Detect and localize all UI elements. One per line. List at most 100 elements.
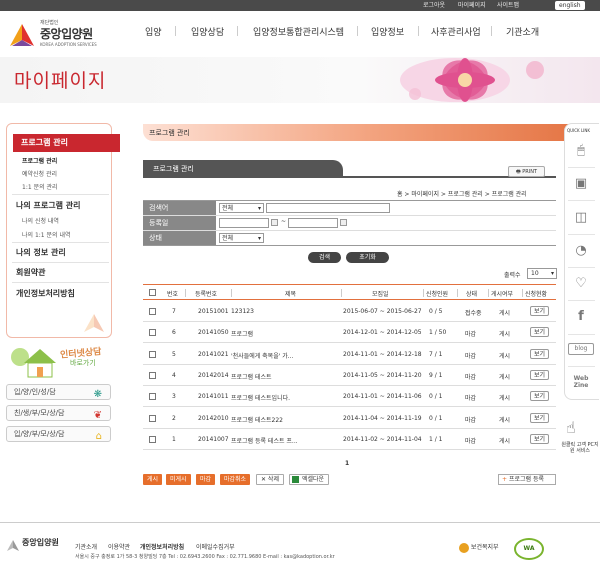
row-count: 0 / 1 bbox=[429, 393, 443, 401]
excel-download-button[interactable]: 엑셀다운 bbox=[289, 474, 330, 485]
row-title[interactable]: 프로그램 등록 테스트 프... bbox=[231, 436, 298, 445]
row-title[interactable]: 123123 bbox=[231, 308, 254, 315]
keyword-type-select[interactable]: 전체 bbox=[219, 203, 264, 213]
chart-icon[interactable]: ◔ bbox=[572, 243, 590, 261]
lnb-sub-my-inquiry[interactable]: 나의 1:1 문의 내역 bbox=[22, 230, 71, 239]
view-button[interactable]: 보기 bbox=[530, 327, 549, 338]
lnb-head-program[interactable]: 프로그램 관리 bbox=[13, 134, 120, 152]
row-no: 2 bbox=[172, 414, 176, 422]
sitemap-link[interactable]: 사이트맵 bbox=[497, 1, 519, 10]
adoptive-parent-counsel-button[interactable]: 입/양/부/모/상/담 ⌂ bbox=[6, 426, 111, 442]
row-title[interactable]: 프로그램 테스트 bbox=[231, 372, 272, 381]
mypage-link[interactable]: 마이페이지 bbox=[458, 1, 486, 10]
footer-about-link[interactable]: 기관소개 bbox=[75, 542, 97, 551]
hand-click-icon[interactable]: ☝ bbox=[566, 418, 576, 437]
nav-info-system[interactable]: 입양정보통합관리시스템 bbox=[253, 25, 344, 38]
print-button[interactable]: 🖶 PRINT bbox=[508, 166, 545, 177]
lnb-sub-my-application[interactable]: 나의 신청 내역 bbox=[22, 216, 59, 225]
col-divider bbox=[341, 289, 342, 297]
webzine-icon[interactable]: Web Zine bbox=[568, 375, 594, 393]
lnb-privacy[interactable]: 개인정보처리방침 bbox=[16, 288, 75, 299]
logo-title[interactable]: 중앙입양원 bbox=[40, 25, 93, 42]
row-checkbox[interactable] bbox=[149, 371, 156, 379]
english-link[interactable]: english bbox=[555, 1, 585, 10]
lnb-divider bbox=[12, 194, 109, 195]
row-title[interactable]: 프로그램 bbox=[231, 329, 253, 338]
lnb-my-program[interactable]: 나의 프로그램 관리 bbox=[16, 200, 80, 211]
online-counsel-go[interactable]: 바로가기 bbox=[70, 358, 96, 368]
row-post: 게시 bbox=[499, 373, 511, 381]
row-reg-no: 20142010 bbox=[198, 414, 229, 422]
close-button[interactable]: 마감 bbox=[196, 474, 216, 485]
lnb-sub-inquiry[interactable]: 1:1 문의 관리 bbox=[22, 182, 58, 191]
unpost-button[interactable]: 미게시 bbox=[166, 474, 191, 485]
status-select[interactable]: 전체 bbox=[219, 233, 264, 243]
row-checkbox[interactable] bbox=[149, 350, 156, 358]
logout-link[interactable]: 로그아웃 bbox=[423, 1, 445, 10]
view-button[interactable]: 보기 bbox=[530, 306, 549, 316]
row-period: 2014-11-04 ~ 2014-11-19 bbox=[343, 414, 422, 422]
view-button[interactable]: 보기 bbox=[530, 391, 549, 402]
search-form: 검색어 전체 등록일 ~ 상태 전체 bbox=[143, 200, 556, 246]
delete-button[interactable]: ✕ 삭제 bbox=[256, 474, 284, 485]
flower-image bbox=[400, 58, 544, 102]
view-button[interactable]: 보기 bbox=[530, 369, 549, 380]
nav-adoption[interactable]: 입양 bbox=[145, 25, 162, 38]
excel-download-label: 엑셀다운 bbox=[302, 476, 325, 483]
mouse-icon[interactable]: 🖱 bbox=[572, 143, 590, 161]
view-button[interactable]: 보기 bbox=[530, 348, 549, 359]
lnb-sub-reservation[interactable]: 예약신청 관리 bbox=[22, 169, 57, 178]
quick-menu bbox=[564, 123, 599, 400]
keyword-input[interactable] bbox=[266, 203, 390, 213]
lnb-my-info[interactable]: 나의 정보 관리 bbox=[16, 247, 66, 258]
col-divider bbox=[488, 289, 489, 297]
view-button[interactable]: 보기 bbox=[530, 412, 549, 423]
box-icon[interactable]: ◫ bbox=[572, 210, 590, 228]
footer-email-link[interactable]: 이메일수집거부 bbox=[196, 542, 235, 551]
birth-parent-counsel-button[interactable]: 친/생/부/모/상/담 ❦ bbox=[6, 405, 111, 421]
nav-adoption-info[interactable]: 입양정보 bbox=[371, 25, 404, 38]
blog-icon[interactable]: blog bbox=[568, 343, 594, 355]
quick-divider bbox=[568, 366, 595, 367]
close-cancel-button[interactable]: 마감취소 bbox=[220, 474, 251, 485]
row-title[interactable]: 프로그램 테스트입니다. bbox=[231, 393, 290, 402]
pc-support-link[interactable]: 원클릭 고객 PC지원 서비스 bbox=[560, 442, 600, 454]
nav-counseling[interactable]: 입양상담 bbox=[191, 25, 224, 38]
calendar-icon[interactable] bbox=[271, 219, 278, 226]
row-checkbox[interactable] bbox=[149, 393, 156, 401]
nav-aftercare[interactable]: 사후관리사업 bbox=[431, 25, 481, 38]
date-start-input[interactable] bbox=[219, 218, 269, 228]
view-button[interactable]: 보기 bbox=[530, 433, 549, 444]
date-end-input[interactable] bbox=[288, 218, 338, 228]
row-count: 1 / 1 bbox=[429, 435, 443, 443]
row-checkbox[interactable] bbox=[149, 435, 156, 443]
footer-privacy-link[interactable]: 개인정보처리방침 bbox=[140, 542, 184, 551]
plus-icon: + bbox=[502, 476, 508, 483]
row-count: 0 / 1 bbox=[429, 414, 443, 422]
reset-button[interactable]: 초기화 bbox=[346, 252, 389, 263]
row-checkbox[interactable] bbox=[149, 414, 156, 422]
post-button[interactable]: 게시 bbox=[143, 474, 163, 485]
calendar-icon[interactable] bbox=[340, 219, 347, 226]
lnb-terms[interactable]: 회원약관 bbox=[16, 267, 45, 278]
heart-icon[interactable]: ♡ bbox=[572, 276, 590, 294]
select-all-checkbox[interactable] bbox=[149, 289, 156, 296]
col-title: 제목 bbox=[285, 291, 297, 298]
nav-about[interactable]: 기관소개 bbox=[506, 25, 539, 38]
row-period: 2014-11-01 ~ 2014-12-18 bbox=[343, 350, 422, 358]
row-title[interactable]: 프로그램 테스트222 bbox=[231, 415, 283, 424]
per-page-select[interactable]: 10 bbox=[527, 268, 557, 279]
monitor-icon[interactable]: ▣ bbox=[572, 176, 590, 194]
footer-terms-link[interactable]: 이용약관 bbox=[108, 542, 130, 551]
register-program-button[interactable]: + 프로그램 등록 bbox=[498, 474, 556, 485]
row-checkbox[interactable] bbox=[149, 308, 156, 315]
lnb-sub-program-manage[interactable]: 프로그램 관리 bbox=[22, 156, 57, 165]
page-number[interactable]: 1 bbox=[345, 460, 349, 467]
row-checkbox[interactable] bbox=[149, 329, 156, 337]
logo-icon[interactable] bbox=[8, 22, 36, 48]
search-button[interactable]: 검색 bbox=[308, 252, 341, 263]
row-title[interactable]: '천사들에게 축복을' 가... bbox=[231, 351, 294, 360]
facebook-icon[interactable]: f bbox=[572, 309, 590, 327]
adoptee-counsel-button[interactable]: 입/양/인/성/담 ❋ bbox=[6, 384, 111, 400]
house-icon[interactable] bbox=[10, 343, 60, 379]
